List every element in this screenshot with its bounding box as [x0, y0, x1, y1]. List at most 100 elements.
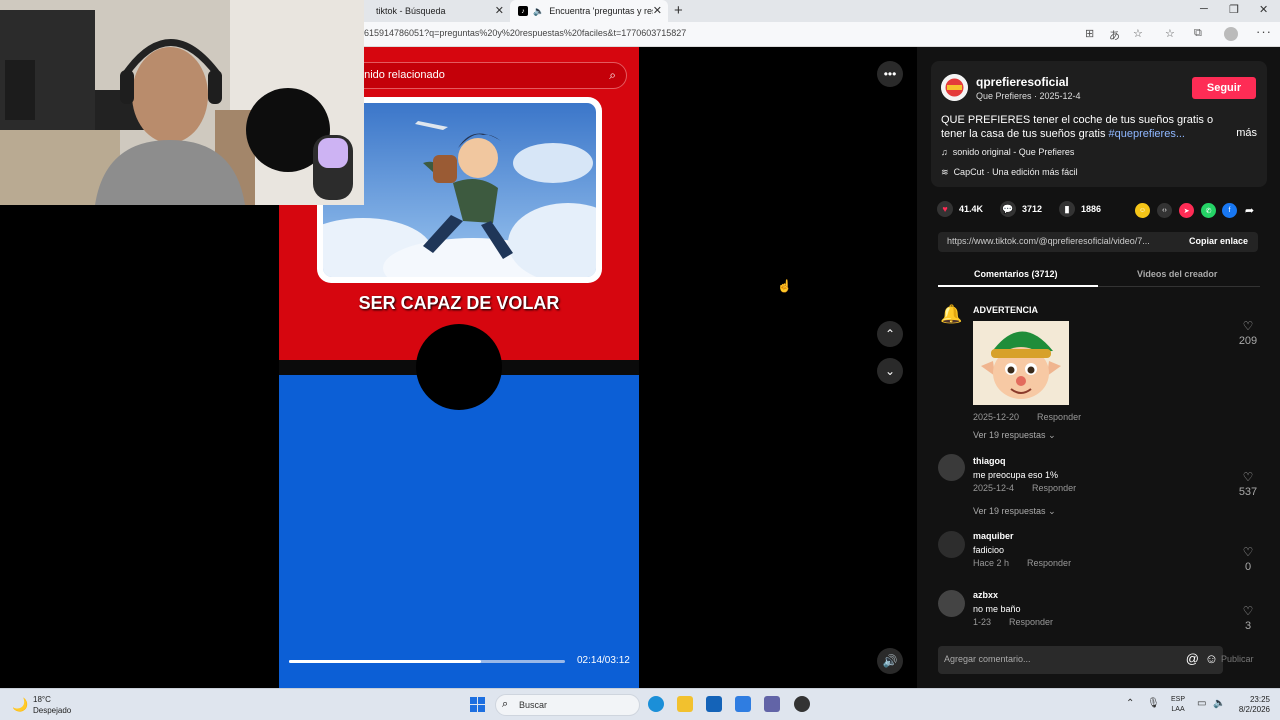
view-replies-label: Ver 19 respuestas [973, 430, 1046, 440]
clock[interactable]: 23:25 8/2/2026 [1230, 695, 1270, 715]
maximize-button[interactable]: ❐ [1229, 3, 1239, 16]
clock-time: 23:25 [1249, 695, 1270, 704]
share-friends-icon[interactable]: ☺ [1135, 203, 1150, 218]
language-indicator[interactable]: ESP LAA [1171, 695, 1185, 715]
hashtag-link[interactable]: #queprefieres... [1109, 128, 1185, 140]
channel-avatar[interactable] [941, 74, 968, 101]
teams-icon[interactable] [764, 696, 780, 712]
music-title: sonido original - Que Prefieres [952, 147, 1075, 157]
comment-sticker [973, 321, 1069, 405]
details-panel: qprefieresoficial Que Prefieres · 2025-1… [917, 47, 1280, 688]
comment-button[interactable]: 💬 3712 [1000, 201, 1042, 217]
emoji-icon[interactable]: ☺ [1205, 651, 1218, 666]
follow-button[interactable]: Seguir [1192, 77, 1256, 99]
comment-like[interactable]: ♡ 209 [1236, 317, 1260, 347]
add-favorite-icon[interactable]: ☆ [1133, 27, 1143, 40]
reply-link[interactable]: Responder [1009, 617, 1053, 627]
heart-outline-icon: ♡ [1242, 604, 1254, 618]
tab-comments[interactable]: Comentarios (3712) [974, 269, 1058, 279]
store-icon[interactable] [706, 696, 722, 712]
more-options-icon[interactable]: ••• [877, 61, 903, 87]
moon-weather-icon[interactable]: 🌙 [12, 697, 28, 713]
volume-icon[interactable]: 🔊 [877, 648, 903, 674]
comment-username[interactable]: ADVERTENCIA [973, 305, 1038, 315]
facebook-icon[interactable]: f [1222, 203, 1237, 218]
taskbar-search[interactable]: ⌕ Buscar [495, 694, 640, 716]
comment-input[interactable]: Agregar comentario... @ ☺ [938, 646, 1223, 674]
profile-avatar[interactable] [1224, 27, 1238, 41]
save-button[interactable]: ▮ 1886 [1059, 201, 1101, 217]
windows-start-icon[interactable] [470, 697, 485, 712]
network-icon[interactable]: ▭ [1197, 698, 1206, 709]
browser-tab-search[interactable]: tiktok - Búsqueda ✕ [364, 0, 510, 22]
minimize-button[interactable]: ─ [1200, 3, 1208, 15]
video-progress-fill [289, 660, 481, 663]
speaker-icon[interactable]: 🔈 [1213, 698, 1225, 709]
save-count: 1886 [1081, 204, 1102, 214]
embed-icon[interactable]: ‹› [1157, 203, 1172, 218]
keyboard-layout: LAA [1171, 706, 1185, 713]
mail-icon[interactable] [735, 696, 751, 712]
video-link[interactable]: https://www.tiktok.com/@qprefieresoficia… [947, 236, 1172, 246]
show-more-link[interactable]: más [1236, 127, 1257, 139]
publish-button[interactable]: Publicar [1221, 654, 1254, 664]
close-tab-icon[interactable]: ✕ [495, 4, 504, 17]
comment-username[interactable]: maquiber [973, 531, 1014, 541]
avatar[interactable] [938, 590, 965, 617]
weather-temp[interactable]: 18°C [33, 695, 51, 704]
close-window-button[interactable]: ✕ [1259, 3, 1268, 16]
copy-link-row: https://www.tiktok.com/@qprefieresoficia… [938, 232, 1258, 252]
microphone-icon[interactable]: 🎙 [1147, 698, 1160, 709]
taskbar-search-placeholder: Buscar [519, 700, 548, 710]
chevron-up-icon[interactable]: ⌃ [1126, 698, 1134, 709]
reply-link[interactable]: Responder [1032, 483, 1076, 493]
panel-tabs: Comentarios (3712) Videos del creador [938, 265, 1260, 287]
chevron-down-icon: ⌄ [1048, 506, 1056, 516]
view-replies-link[interactable]: Ver 19 respuestas ⌄ [973, 506, 1056, 517]
close-tab-icon[interactable]: ✕ [653, 4, 662, 17]
comment-username[interactable]: azbxx [973, 590, 998, 600]
reply-link[interactable]: Responder [1027, 558, 1071, 568]
reply-link[interactable]: Responder [1037, 412, 1081, 422]
copy-link-button[interactable]: Copiar enlace [1189, 236, 1248, 246]
send-icon[interactable]: ➤ [1179, 203, 1194, 218]
edge-icon[interactable] [648, 696, 664, 712]
app-available-icon[interactable]: ⊞ [1085, 27, 1094, 40]
speaker-icon[interactable]: 🔈 [533, 6, 544, 17]
like-button[interactable]: ♥ 41.4K [937, 201, 983, 217]
avatar[interactable] [938, 531, 965, 558]
obs-icon[interactable] [794, 696, 810, 712]
capcut-row[interactable]: ≋ CapCut · Una edición más fácil [941, 167, 1078, 178]
file-explorer-icon[interactable] [677, 696, 693, 712]
browser-tab-active[interactable]: ♪ 🔈 Encuentra 'preguntas y resp ✕ [510, 0, 668, 22]
weather-desc[interactable]: Despejado [33, 706, 71, 715]
music-row[interactable]: ♫ sonido original - Que Prefieres [941, 147, 1074, 157]
video-progress-bar[interactable] [289, 660, 565, 663]
view-replies-link[interactable]: Ver 19 respuestas ⌄ [973, 430, 1056, 441]
translate-icon[interactable]: あ [1109, 27, 1120, 43]
comment-like[interactable]: ♡ 3 [1236, 602, 1260, 632]
avatar[interactable] [938, 454, 965, 481]
favorites-icon[interactable]: ☆ [1165, 27, 1175, 40]
url-field[interactable]: 615914786051?q=preguntas%20y%20respuesta… [364, 28, 686, 38]
related-search-pill[interactable]: enido relacionado ⌕ [337, 62, 627, 89]
comment-like[interactable]: ♡ 0 [1236, 543, 1260, 573]
whatsapp-icon[interactable]: ✆ [1201, 203, 1216, 218]
comment-username[interactable]: thiagoq [973, 456, 1006, 466]
previous-video-button[interactable]: ⌃ [877, 321, 903, 347]
collections-icon[interactable]: ⧉ [1194, 27, 1202, 40]
next-video-button[interactable]: ⌄ [877, 358, 903, 384]
comment-like-count: 3 [1244, 620, 1252, 632]
channel-name[interactable]: qprefieresoficial [976, 75, 1069, 89]
comment-meta: 2025-12-4 Responder [973, 483, 1094, 493]
video-center-circle [416, 324, 502, 410]
tab-creator-videos[interactable]: Videos del creador [1137, 269, 1217, 279]
mention-icon[interactable]: @ [1186, 651, 1199, 666]
browser-menu-icon[interactable]: ··· [1256, 24, 1272, 39]
streamer-webcam-image [0, 0, 364, 205]
comment-like[interactable]: ♡ 537 [1236, 468, 1260, 498]
share-arrow-icon[interactable]: ➦ [1242, 203, 1257, 218]
new-tab-button[interactable]: + [674, 2, 683, 19]
comment-text: fadicioo [973, 545, 1005, 555]
heart-icon: ♥ [937, 201, 953, 217]
